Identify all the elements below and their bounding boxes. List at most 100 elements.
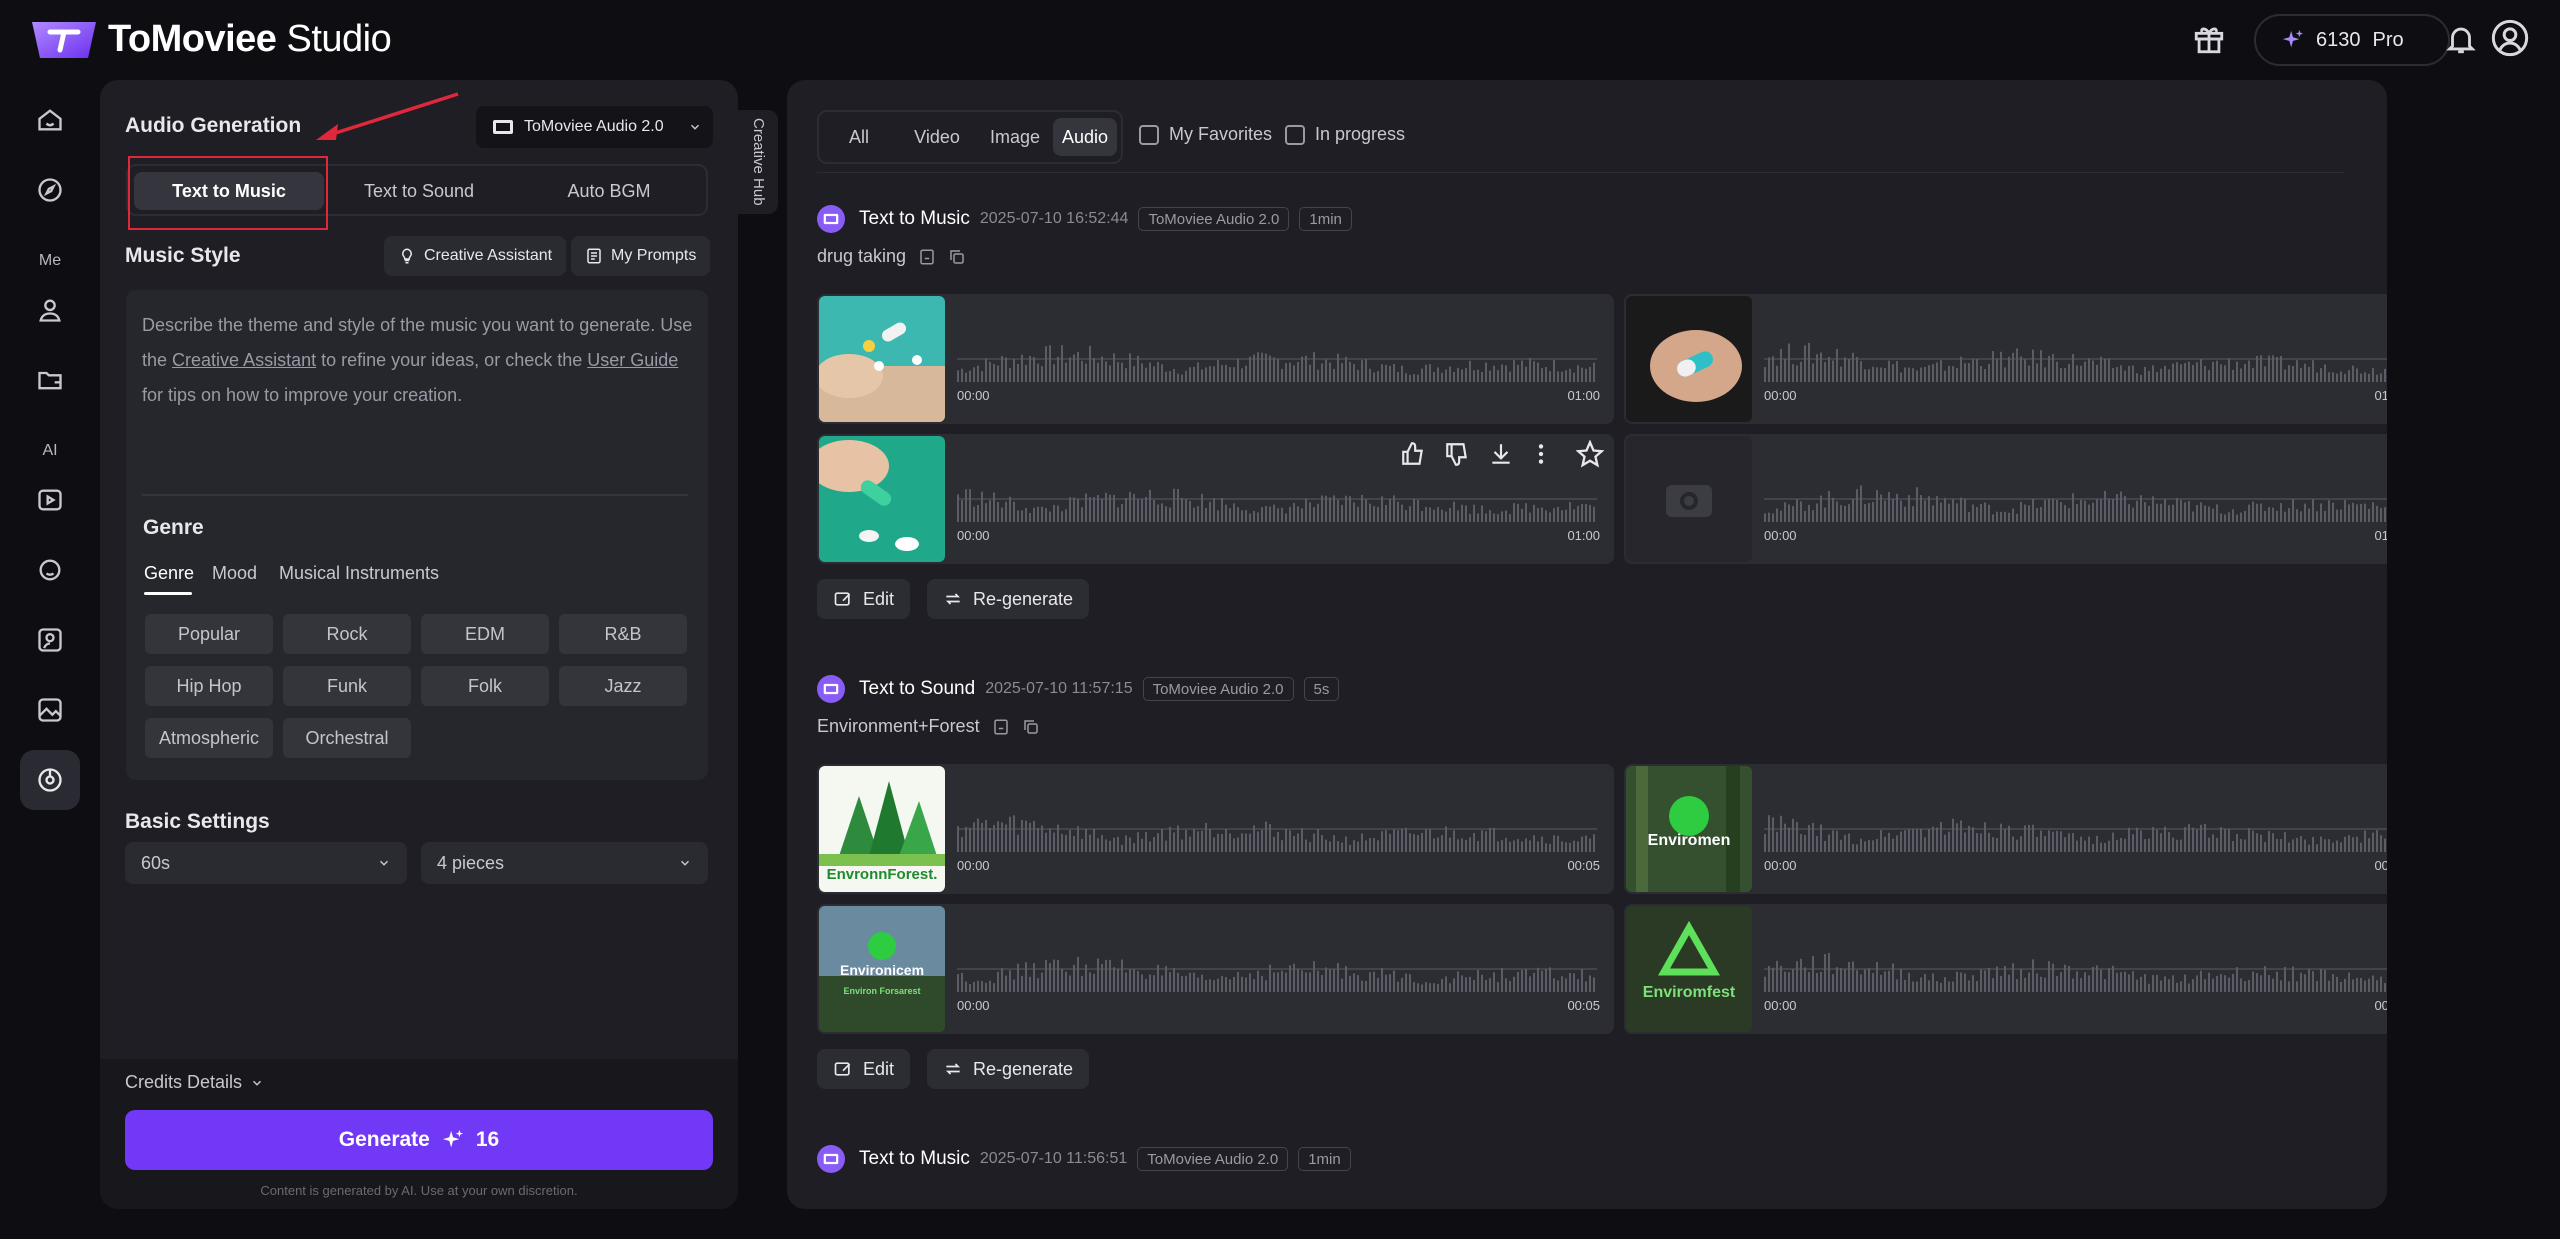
subtab-musical-instruments[interactable]: Musical Instruments	[279, 563, 439, 584]
lightbulb-icon	[402, 248, 412, 264]
rail-avatar-icon[interactable]	[20, 540, 80, 600]
edit-button[interactable]: Edit	[817, 579, 911, 619]
my-favorites-checkbox[interactable]: My Favorites	[1139, 124, 1272, 145]
genre-chip[interactable]: Jazz	[559, 666, 687, 706]
thumbnail: Environicem Environ Forsarest	[819, 906, 945, 1032]
divider	[142, 494, 688, 496]
regenerate-button[interactable]: Re-generate	[927, 579, 1090, 619]
tab-all[interactable]: All	[827, 118, 891, 156]
copy-icon[interactable]	[1022, 718, 1040, 736]
chevron-down-icon	[253, 1080, 262, 1086]
more-icon[interactable]	[1532, 441, 1550, 467]
basic-settings-title: Basic Settings	[125, 810, 270, 833]
refresh-icon	[945, 593, 961, 605]
duration-select[interactable]: 60s	[125, 842, 407, 884]
tab-image[interactable]: Image	[977, 118, 1053, 156]
audio-card[interactable]: Environicem Environ Forsarest 00:00 00:0…	[817, 904, 1614, 1034]
tab-video[interactable]: Video	[899, 118, 975, 156]
panel-title: Audio Generation	[125, 114, 302, 137]
edit-icon	[834, 1062, 851, 1076]
music-style-textarea[interactable]: Describe the theme and style of the musi…	[126, 290, 708, 780]
rail-section-ai: AI	[42, 442, 58, 459]
genre-chip[interactable]: Rock	[283, 614, 411, 654]
creative-hub-tab[interactable]: Creative Hub	[738, 110, 778, 214]
gift-icon[interactable]	[2192, 22, 2226, 56]
copy-icon[interactable]	[948, 248, 966, 266]
chevron-down-icon	[680, 860, 690, 866]
bell-icon[interactable]	[2444, 22, 2478, 56]
star-icon[interactable]	[1576, 440, 1604, 468]
genre-chip[interactable]: Popular	[145, 614, 273, 654]
regenerate-button[interactable]: Re-generate	[927, 1049, 1090, 1089]
audio-card[interactable]: 00:00 01:00	[1624, 294, 2387, 424]
type-filter-tabs: All Video Image Audio	[817, 110, 1123, 164]
audio-type-icon	[817, 205, 845, 233]
subtab-genre[interactable]: Genre	[144, 563, 194, 584]
top-bar: ToMoviee Studio 6130 Pro	[0, 0, 2560, 80]
credits-details-toggle[interactable]: Credits Details	[125, 1072, 264, 1093]
group-header: Text to Music 2025-07-10 11:56:51 ToMovi…	[817, 1144, 1351, 1174]
audio-card[interactable]: 00:00 01:00	[1624, 434, 2387, 564]
genre-chip[interactable]: Orchestral	[283, 718, 411, 758]
thumbs-up-icon[interactable]	[1400, 441, 1426, 467]
checkbox-icon	[1139, 124, 1159, 145]
rail-home-icon[interactable]	[20, 90, 80, 150]
rail-profile-icon[interactable]	[20, 280, 80, 340]
audio-card[interactable]: 00:00 01:00	[817, 294, 1614, 424]
rail-image-gen-icon[interactable]	[20, 680, 80, 740]
save-prompt-icon[interactable]	[992, 718, 1010, 736]
creative-assistant-link[interactable]: Creative Assistant	[172, 350, 316, 370]
audio-card[interactable]: 00:00 01:00	[817, 434, 1614, 564]
model-dropdown[interactable]: ToMoviee Audio 2.0	[476, 106, 713, 148]
genre-chip[interactable]: Folk	[421, 666, 549, 706]
sparkle-icon	[2282, 29, 2304, 48]
highlight-box	[128, 156, 328, 230]
rail-explore-icon[interactable]	[20, 160, 80, 220]
tab-auto-bgm[interactable]: Auto BGM	[514, 172, 704, 210]
audio-card[interactable]: Enviromen 00:00 00:05	[1624, 764, 2387, 894]
refresh-icon	[945, 1063, 961, 1075]
rail-audio-icon[interactable]	[20, 750, 80, 810]
logo-icon[interactable]	[28, 18, 100, 62]
genre-chip[interactable]: EDM	[421, 614, 549, 654]
tab-audio[interactable]: Audio	[1053, 118, 1117, 156]
genre-chip[interactable]: Funk	[283, 666, 411, 706]
save-prompt-icon[interactable]	[918, 248, 936, 266]
rail-folder-icon[interactable]	[20, 350, 80, 410]
thumbs-down-icon[interactable]	[1444, 441, 1470, 467]
tab-text-to-sound[interactable]: Text to Sound	[324, 172, 514, 210]
user-guide-link[interactable]: User Guide	[587, 350, 678, 370]
generation-group: Text to Music 2025-07-10 11:56:51 ToMovi…	[817, 1144, 2357, 1184]
my-prompts-button[interactable]: My Prompts	[571, 236, 711, 276]
thumbnail	[819, 296, 945, 422]
waveform	[1764, 342, 2387, 382]
pieces-select[interactable]: 4 pieces	[421, 842, 708, 884]
audio-type-icon	[817, 1145, 845, 1173]
textarea-placeholder: Describe the theme and style of the musi…	[142, 315, 693, 405]
genre-chip[interactable]: R&B	[559, 614, 687, 654]
subtab-mood[interactable]: Mood	[212, 563, 257, 584]
waveform	[957, 345, 1597, 382]
waveform	[1764, 952, 2387, 992]
waveform	[1764, 485, 2387, 522]
group-prompt: Environment+Forest	[817, 716, 1040, 737]
audio-card[interactable]: EnvronnForest. 00:00 00:05	[817, 764, 1614, 894]
chevron-down-icon	[379, 860, 389, 866]
genre-chip[interactable]: Atmospheric	[145, 718, 273, 758]
audio-card[interactable]: Enviromfest 00:00 00:05	[1624, 904, 2387, 1034]
edit-button[interactable]: Edit	[817, 1049, 911, 1089]
credits-pill[interactable]: 6130 Pro	[2254, 14, 2450, 66]
genre-chip[interactable]: Hip Hop	[145, 666, 273, 706]
creative-assistant-button[interactable]: Creative Assistant	[384, 236, 567, 276]
download-icon[interactable]	[1488, 441, 1514, 467]
subtab-underline	[144, 592, 192, 595]
user-avatar-icon[interactable]	[2490, 18, 2530, 58]
thumbnail: Enviromfest	[1626, 906, 1752, 1032]
generate-button[interactable]: Generate 16	[125, 1110, 713, 1170]
audio-type-icon	[817, 675, 845, 703]
in-progress-checkbox[interactable]: In progress	[1285, 124, 1405, 145]
rail-image-edit-icon[interactable]	[20, 610, 80, 670]
group-header: Text to Music 2025-07-10 16:52:44 ToMovi…	[817, 204, 1352, 234]
waveform	[1764, 815, 2387, 852]
rail-video-icon[interactable]	[20, 470, 80, 530]
